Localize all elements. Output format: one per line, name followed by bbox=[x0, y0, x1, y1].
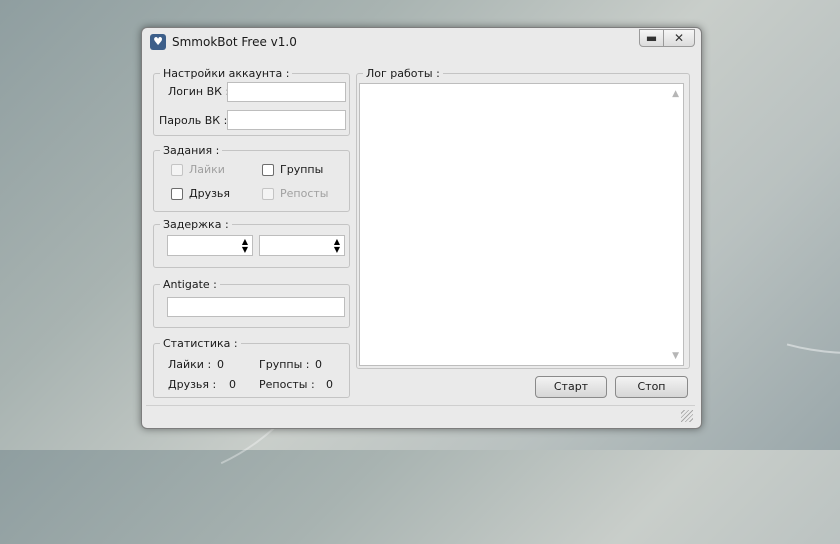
delay-from-spinbox[interactable]: ▲ ▼ bbox=[167, 235, 253, 256]
statistics-group: Статистика : Лайки : 0 Группы : 0 Друзья… bbox=[153, 337, 350, 398]
stat-reposts-label: Репосты : bbox=[259, 378, 315, 391]
account-settings-legend: Настройки аккаунта : bbox=[160, 67, 293, 80]
stat-friends-label: Друзья : bbox=[168, 378, 217, 391]
heart-icon: ♥ bbox=[150, 34, 166, 50]
window-title: SmmokBot Free v1.0 bbox=[172, 35, 297, 49]
tasks-legend: Задания : bbox=[160, 144, 223, 157]
spin-down-icon[interactable]: ▼ bbox=[242, 246, 248, 254]
stat-reposts-value: 0 bbox=[326, 378, 333, 391]
minimize-button[interactable]: ▬ bbox=[639, 29, 664, 47]
tasks-group: Задания : Лайки Группы Друзья Репосты bbox=[153, 144, 350, 212]
resize-grip-icon[interactable] bbox=[681, 410, 693, 422]
stat-likes-value: 0 bbox=[217, 358, 224, 371]
password-label: Пароль ВК : bbox=[159, 114, 228, 127]
friends-checkbox[interactable] bbox=[171, 188, 183, 200]
scroll-up-icon[interactable]: ▲ bbox=[672, 89, 679, 99]
account-settings-group: Настройки аккаунта : Логин ВК : Пароль В… bbox=[153, 67, 350, 136]
status-bar bbox=[146, 405, 695, 424]
statistics-legend: Статистика : bbox=[160, 337, 241, 350]
delay-legend: Задержка : bbox=[160, 218, 232, 231]
log-textarea[interactable]: ▲ ▼ bbox=[359, 83, 684, 366]
login-input[interactable] bbox=[227, 82, 346, 102]
groups-checkbox[interactable] bbox=[262, 164, 274, 176]
antigate-input[interactable] bbox=[167, 297, 345, 317]
delay-group: Задержка : ▲ ▼ ▲ ▼ bbox=[153, 218, 350, 268]
stat-groups-value: 0 bbox=[315, 358, 322, 371]
delay-to-spinbox[interactable]: ▲ ▼ bbox=[259, 235, 345, 256]
likes-checkbox[interactable] bbox=[171, 164, 183, 176]
likes-checkbox-label: Лайки bbox=[189, 163, 225, 176]
login-label: Логин ВК : bbox=[168, 85, 230, 98]
stat-likes-label: Лайки : bbox=[168, 358, 212, 371]
groups-checkbox-label: Группы bbox=[280, 163, 324, 176]
reposts-checkbox-label: Репосты bbox=[280, 187, 329, 200]
password-input[interactable] bbox=[227, 110, 346, 130]
scroll-down-icon[interactable]: ▼ bbox=[672, 351, 679, 361]
stat-friends-value: 0 bbox=[229, 378, 236, 391]
antigate-legend: Antigate : bbox=[160, 278, 220, 291]
stop-button[interactable]: Стоп bbox=[615, 376, 688, 398]
start-button[interactable]: Старт bbox=[535, 376, 607, 398]
log-legend: Лог работы : bbox=[363, 67, 443, 80]
stat-groups-label: Группы : bbox=[259, 358, 310, 371]
friends-checkbox-label: Друзья bbox=[189, 187, 231, 200]
app-window: ♥ SmmokBot Free v1.0 ▬ ✕ Настройки аккау… bbox=[141, 27, 702, 429]
spin-up-icon[interactable]: ▲ bbox=[242, 238, 248, 246]
antigate-group: Antigate : bbox=[153, 278, 350, 328]
reposts-checkbox[interactable] bbox=[262, 188, 274, 200]
close-button[interactable]: ✕ bbox=[663, 29, 695, 47]
spin-up-icon[interactable]: ▲ bbox=[334, 238, 340, 246]
spin-down-icon[interactable]: ▼ bbox=[334, 246, 340, 254]
title-bar[interactable]: ♥ SmmokBot Free v1.0 ▬ ✕ bbox=[142, 28, 701, 58]
